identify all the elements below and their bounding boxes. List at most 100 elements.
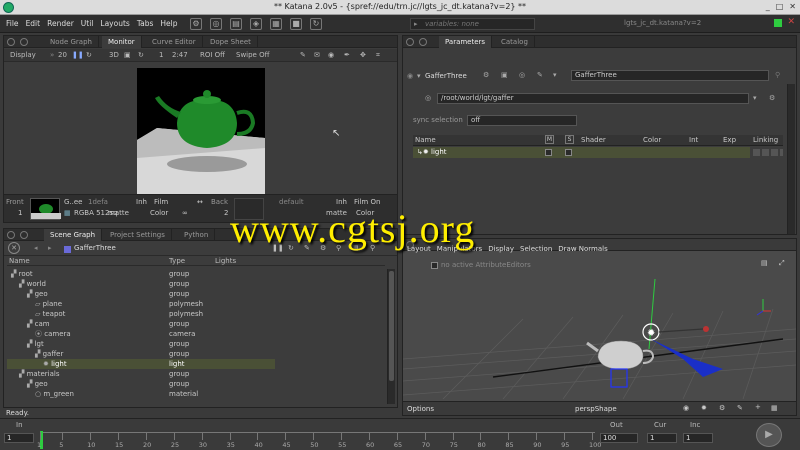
menu-draw-normals[interactable]: Draw Normals [558,245,607,253]
play-button[interactable]: ▶ [756,423,782,447]
zoom-value[interactable]: 20 [58,49,67,62]
options-menu[interactable]: Options [407,405,434,413]
tab-dope-sheet[interactable]: Dope Sheet [204,36,258,48]
render-icon[interactable]: ◎ [210,18,222,30]
light-icon[interactable]: ✹ [701,404,707,412]
back-arrow-icon[interactable]: ◂ [34,242,38,255]
front-inh[interactable]: Inh [136,198,147,206]
camera-name[interactable]: perspShape [575,405,617,413]
tab-node-graph[interactable]: Node Graph [44,36,99,48]
disk-render-icon[interactable]: ▦ [270,18,282,30]
table-row[interactable]: ⦿ camera camera [7,329,275,339]
settings-gear-icon[interactable]: ⚙ [719,404,725,412]
col-color[interactable]: Color [643,136,661,144]
current-frame-field[interactable]: 1 [647,433,677,443]
snapshot-icon[interactable]: ▣ [501,71,508,79]
reset-icon[interactable]: ↻ [138,49,144,62]
light-row[interactable]: ↳✹ light [413,147,750,158]
swap-arrows-icon[interactable]: ↔ [197,198,203,206]
out-frame-field[interactable]: 100 [600,433,638,443]
solo-checkbox[interactable] [565,149,572,156]
close-window-button[interactable]: ✕ [789,2,796,11]
front-thumbnail[interactable] [30,198,61,220]
settings-gear-icon[interactable]: ⚙ [483,71,489,79]
column-type[interactable]: Type [169,257,185,265]
table-row[interactable]: ✹ light light [7,359,275,369]
scene-graph-scrollbar[interactable] [387,269,395,404]
display-menu[interactable]: Display [10,49,36,62]
maximize-button[interactable]: □ [776,2,784,11]
table-row[interactable]: ▞ world group [7,279,275,289]
col-name[interactable]: Name [415,136,436,144]
refresh-monitor-icon[interactable]: ↻ [86,49,92,62]
menu-file[interactable]: File [6,19,19,28]
menu-tabs[interactable]: Tabs [137,19,154,28]
ratio-value[interactable]: 2:47 [172,49,188,62]
preview-render-icon[interactable]: ▤ [230,18,242,30]
wrench-icon[interactable]: ✎ [737,404,743,412]
dropdown-icon[interactable]: ▾ [553,71,557,79]
col-mute[interactable]: M [545,135,554,144]
comment-icon[interactable]: ✉ [314,49,320,62]
menu-help[interactable]: Help [160,19,177,28]
mode-3d[interactable]: 3D [109,49,119,62]
table-row[interactable]: ▱ plane polymesh [7,299,275,309]
panel-options-icon[interactable] [20,38,28,46]
table-row[interactable]: ▞ geo group [7,379,275,389]
tab-catalog[interactable]: Catalog [495,36,535,48]
link-icon[interactable]: ∞ [182,209,188,217]
chevron-down-icon[interactable]: ▾ [753,94,757,102]
menu-edit[interactable]: Edit [26,19,41,28]
table-row[interactable]: ▞ cam group [7,319,275,329]
tab-parameters[interactable]: Parameters [439,36,493,48]
menu-render[interactable]: Render [47,19,74,28]
pin-icon[interactable]: ◉ [407,72,413,80]
grid-icon[interactable]: ▦ [771,404,778,412]
close-circle-icon[interactable]: ✕ [8,242,20,254]
col-exp[interactable]: Exp [723,136,736,144]
front-film[interactable]: Film [154,198,168,206]
column-name[interactable]: Name [9,257,30,265]
menu-selection[interactable]: Selection [520,245,552,253]
settings-gear-icon[interactable]: ⚙ [769,94,775,102]
plus-icon[interactable]: + [755,403,761,411]
search-icon[interactable]: ⚲ [775,71,780,79]
render-image[interactable] [137,68,265,196]
eye-icon[interactable]: ◉ [683,404,689,412]
root-location-field[interactable]: /root/world/lgt/gaffer [437,93,749,104]
front-matte[interactable]: matte [108,209,129,217]
col-shader[interactable]: Shader [581,136,606,144]
table-row[interactable]: ▞ gaffer group [7,349,275,359]
parameters-scrollbar[interactable] [787,84,795,234]
settings-gear-icon[interactable]: ⚙ [190,18,202,30]
fit-icon[interactable]: ▣ [124,49,131,62]
menu-layouts[interactable]: Layouts [100,19,129,28]
target-icon[interactable]: ✥ [360,49,366,62]
menu-util[interactable]: Util [81,19,94,28]
pen-icon[interactable]: ✎ [300,49,306,62]
view-icon[interactable]: ◎ [519,71,525,79]
menu-display[interactable]: Display [488,245,514,253]
forward-arrow-icon[interactable]: ▸ [48,242,52,255]
tab-python[interactable]: Python [178,229,216,241]
col-int[interactable]: Int [689,136,698,144]
close-icon[interactable]: ✕ [787,17,795,27]
in-frame-field[interactable]: 1 [4,433,34,443]
tab-curve-editor[interactable]: Curve Editor [146,36,203,48]
table-row[interactable]: ▞ materials group [7,369,275,379]
mute-checkbox[interactable] [545,149,552,156]
node-name-field[interactable]: GafferThree [571,70,769,81]
tab-project-settings[interactable]: Project Settings [104,229,172,241]
panel-options-icon[interactable] [20,231,28,239]
stop-render-icon[interactable]: ■ [290,18,302,30]
refresh-icon[interactable]: ↻ [310,18,322,30]
tab-monitor[interactable]: Monitor [102,36,142,48]
scrollbar-thumb[interactable] [389,271,394,381]
front-color[interactable]: Color [150,209,168,217]
minimize-button[interactable]: _ [766,2,770,11]
sync-selection-dropdown[interactable]: off [467,115,577,126]
table-row[interactable]: ▞ geo group [7,289,275,299]
pick-icon[interactable]: ◉ [328,49,334,62]
edit-icon[interactable]: ✎ [537,71,543,79]
col-linking[interactable]: Linking [753,136,778,144]
